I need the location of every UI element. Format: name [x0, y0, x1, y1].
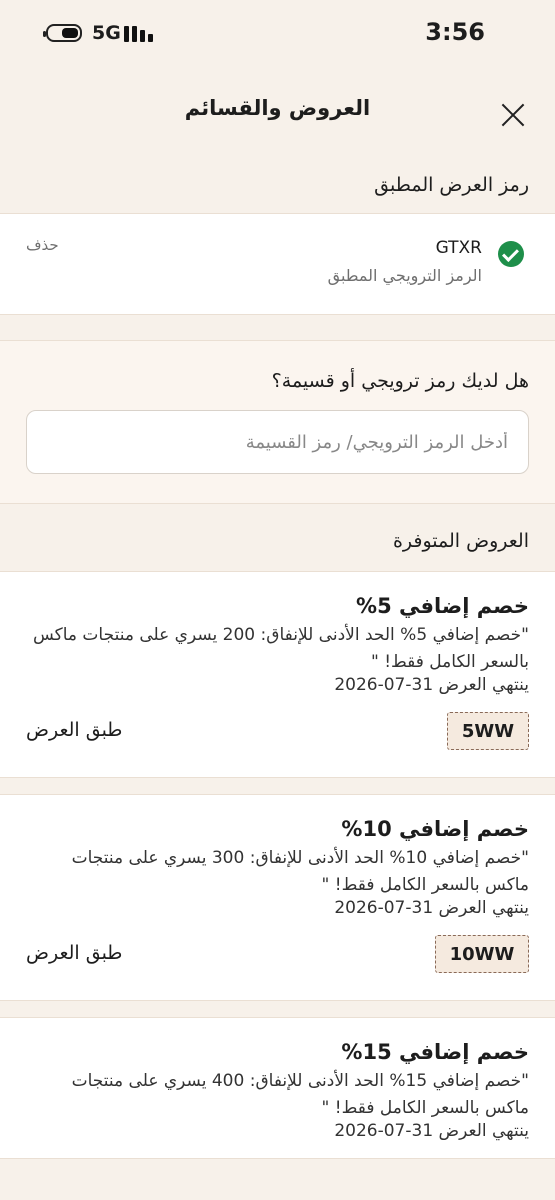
remove-button[interactable]: حذف	[26, 236, 59, 254]
signal-icon	[124, 24, 158, 44]
offer-code: 10WW	[435, 935, 529, 973]
check-circle-icon	[498, 241, 524, 267]
status-bar: 5G 3:56	[0, 0, 555, 68]
applied-code-subtitle: الرمز الترويجي المطبق	[327, 266, 482, 285]
offer-description: "خصم إضافي 10% الحد الأدنى للإنفاق: 300 …	[71, 848, 529, 895]
close-icon[interactable]	[498, 100, 528, 130]
offer-expiry: ينتهي العرض 31-07-2026	[334, 1121, 529, 1141]
offer-description: "خصم إضافي 15% الحد الأدنى للإنفاق: 400 …	[71, 1071, 529, 1118]
promo-question: هل لديك رمز ترويجي أو قسيمة؟	[271, 370, 529, 392]
offer-expiry: ينتهي العرض 31-07-2026	[334, 898, 529, 918]
offer-description: "خصم إضافي 5% الحد الأدنى للإنفاق: 200 ي…	[32, 625, 529, 672]
page-title: العروض والقسائم	[184, 96, 371, 120]
applied-section-title: رمز العرض المطبق	[374, 174, 529, 196]
promo-code-input[interactable]	[26, 410, 529, 474]
offer-title: خصم إضافي 5%	[356, 594, 529, 618]
applied-code-box	[0, 213, 555, 315]
offers-section-title: العروض المتوفرة	[392, 530, 529, 552]
offer-code: 5WW	[447, 712, 529, 750]
offer-expiry: ينتهي العرض 31-07-2026	[334, 675, 529, 695]
apply-offer-button[interactable]: طبق العرض	[26, 719, 122, 741]
offer-title: خصم إضافي 15%	[341, 1040, 529, 1064]
status-time: 3:56	[425, 18, 485, 46]
offer-title: خصم إضافي 10%	[341, 817, 529, 841]
apply-offer-button[interactable]: طبق العرض	[26, 942, 122, 964]
battery-icon	[43, 24, 82, 42]
network-type: 5G	[92, 22, 121, 44]
applied-code: GTXR	[435, 238, 482, 258]
